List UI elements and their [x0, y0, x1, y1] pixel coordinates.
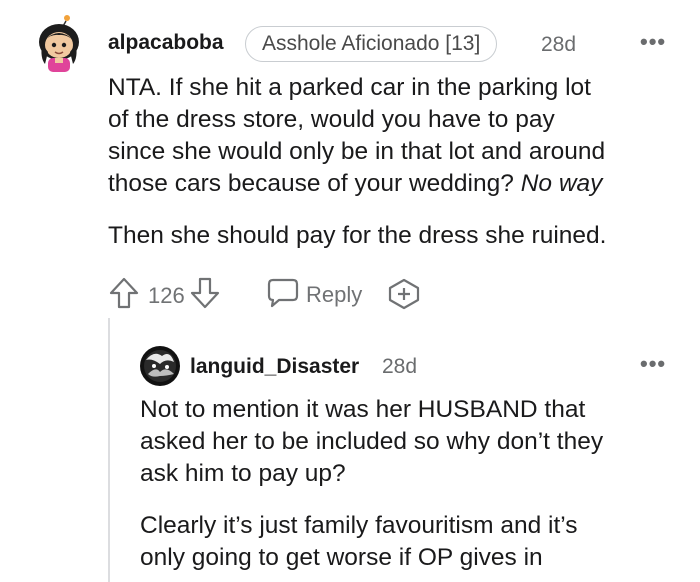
- reply-label: Reply: [306, 282, 363, 307]
- arrow-down-icon[interactable]: [189, 276, 221, 316]
- comment-line: since she would only be in that lot and …: [108, 138, 606, 165]
- reply-line: Clearly it’s just family favouritism and…: [140, 512, 578, 539]
- reply-username[interactable]: languid_Disaster: [190, 355, 359, 379]
- thread-line[interactable]: [108, 318, 110, 582]
- emphasis-text: No way: [520, 170, 603, 197]
- more-options-icon[interactable]: •••: [640, 351, 666, 377]
- reply-line: ask him to pay up?: [140, 460, 346, 487]
- comment-line: Then she should pay for the dress she ru…: [108, 222, 607, 249]
- comment-body: NTA. If she hit a parked car in the park…: [108, 72, 688, 252]
- reply-button[interactable]: Reply: [266, 276, 362, 314]
- comment-line: of the dress store, would you have to pa…: [108, 106, 555, 133]
- reply-line: Not to mention it was her HUSBAND that: [140, 396, 586, 423]
- more-options-icon[interactable]: •••: [640, 29, 666, 55]
- reply-line: asked her to be included so why don’t th…: [140, 428, 604, 455]
- user-avatar[interactable]: [36, 12, 82, 74]
- avatar-illustration: [140, 346, 180, 386]
- user-flair: Asshole Aficionado [13]: [245, 26, 498, 62]
- reply-body: Not to mention it was her HUSBAND that a…: [140, 394, 690, 574]
- reply-avatar[interactable]: [140, 346, 180, 386]
- comment-line: NTA. If she hit a parked car in the park…: [108, 74, 591, 101]
- avatar-illustration: [39, 15, 79, 72]
- comment-text: those cars because of your wedding?: [108, 170, 514, 197]
- reply-timestamp[interactable]: 28d: [382, 355, 417, 379]
- vote-score: 126: [148, 283, 185, 308]
- reply-line: only going to get worse if OP gives in: [140, 544, 543, 571]
- comment-username[interactable]: alpacaboba: [108, 31, 224, 55]
- comment-line: those cars because of your wedding? No w…: [108, 168, 688, 200]
- award-plus-icon: [387, 278, 421, 316]
- arrow-up-icon[interactable]: [108, 276, 140, 316]
- award-button[interactable]: [387, 278, 421, 316]
- chat-bubble-icon: [266, 276, 300, 314]
- comment-timestamp[interactable]: 28d: [541, 33, 576, 57]
- vote-controls: 126: [108, 276, 221, 316]
